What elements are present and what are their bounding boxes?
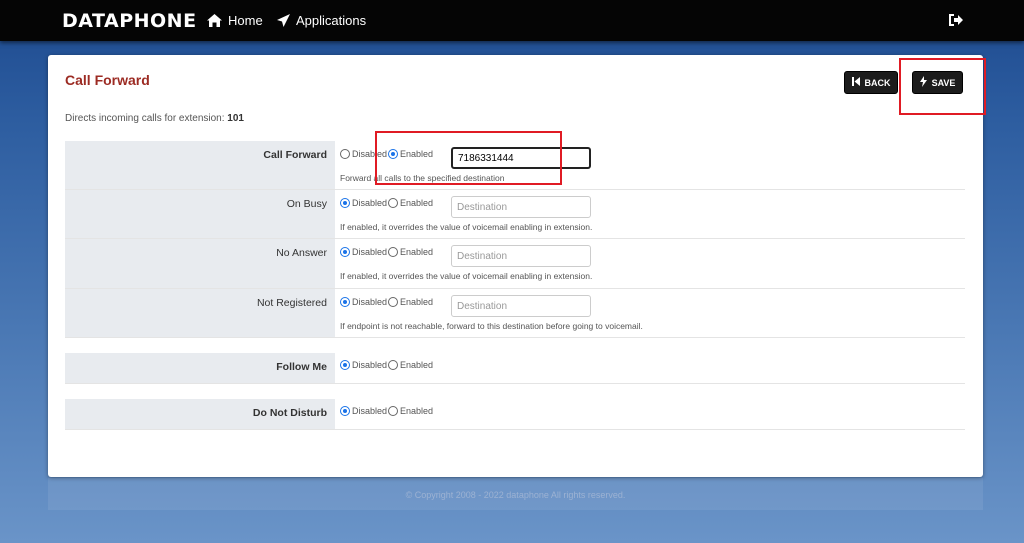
row-no-answer: No Answer Disabled Enabled Destination I… xyxy=(65,239,965,289)
row-label: Not Registered xyxy=(65,289,335,337)
radio-disabled-label: Disabled xyxy=(352,247,388,257)
radio-disabled[interactable] xyxy=(340,149,350,159)
row-label: Call Forward xyxy=(65,141,335,189)
radio-enabled-label: Enabled xyxy=(400,406,434,416)
radio-group: Disabled Enabled xyxy=(340,360,434,370)
destination-input[interactable]: Destination xyxy=(451,245,591,267)
radio-disabled[interactable] xyxy=(340,406,350,416)
page-title: Call Forward xyxy=(65,72,150,88)
radio-enabled-label: Enabled xyxy=(400,297,434,307)
radio-disabled[interactable] xyxy=(340,360,350,370)
destination-input[interactable]: Destination xyxy=(451,196,591,218)
radio-enabled[interactable] xyxy=(388,247,399,257)
row-on-busy: On Busy Disabled Enabled Destination If … xyxy=(65,190,965,239)
radio-disabled-label: Disabled xyxy=(352,297,388,307)
row-follow-me: Follow Me Disabled Enabled xyxy=(65,353,965,384)
extension-number: 101 xyxy=(227,113,244,124)
radio-enabled-label: Enabled xyxy=(400,247,434,257)
row-label: Follow Me xyxy=(65,353,335,383)
row-not-registered: Not Registered Disabled Enabled Destinat… xyxy=(65,289,965,338)
logout-button[interactable] xyxy=(948,13,964,30)
radio-enabled[interactable] xyxy=(388,198,399,208)
description-text: Directs incoming calls for extension: xyxy=(65,113,225,124)
radio-group: Disabled Enabled xyxy=(340,297,434,307)
back-button-label: BACK xyxy=(864,77,891,88)
save-highlight-box xyxy=(899,58,986,115)
extension-description: Directs incoming calls for extension: 10… xyxy=(65,113,244,124)
help-text: If enabled, it overrides the value of vo… xyxy=(340,222,593,232)
radio-disabled[interactable] xyxy=(340,297,350,307)
row-label: On Busy xyxy=(65,190,335,238)
nav-applications-label: Applications xyxy=(296,13,367,28)
row-do-not-disturb: Do Not Disturb Disabled Enabled xyxy=(65,399,965,430)
call-forward-highlight-box xyxy=(375,131,562,185)
nav-home-link[interactable]: Home xyxy=(207,13,263,28)
row-label: No Answer xyxy=(65,239,335,288)
radio-group: Disabled Enabled xyxy=(340,406,434,416)
help-text: If endpoint is not reachable, forward to… xyxy=(340,321,643,331)
help-text: If enabled, it overrides the value of vo… xyxy=(340,271,593,281)
nav-applications-link[interactable]: Applications xyxy=(277,13,366,28)
brand-logo[interactable]: DATAPHONE xyxy=(62,10,197,32)
row-label: Do Not Disturb xyxy=(65,399,335,429)
radio-enabled-label: Enabled xyxy=(400,360,434,370)
paper-plane-icon xyxy=(277,14,290,27)
copyright-text: © Copyright 2008 - 2022 dataphone All ri… xyxy=(405,490,626,500)
radio-enabled[interactable] xyxy=(388,360,399,370)
radio-disabled-label: Disabled xyxy=(352,360,388,370)
nav-home-label: Home xyxy=(228,13,263,28)
radio-disabled[interactable] xyxy=(340,247,350,257)
footer: © Copyright 2008 - 2022 dataphone All ri… xyxy=(48,478,983,510)
logout-icon xyxy=(948,14,964,30)
radio-disabled-label: Disabled xyxy=(352,406,388,416)
destination-input[interactable]: Destination xyxy=(451,295,591,317)
home-icon xyxy=(207,14,222,27)
radio-disabled-label: Disabled xyxy=(352,198,388,208)
radio-enabled-label: Enabled xyxy=(400,198,434,208)
radio-group: Disabled Enabled xyxy=(340,247,434,257)
radio-enabled[interactable] xyxy=(388,297,399,307)
radio-group: Disabled Enabled xyxy=(340,198,434,208)
top-navbar: DATAPHONE Home Applications xyxy=(0,0,1024,41)
radio-disabled[interactable] xyxy=(340,198,350,208)
back-button[interactable]: BACK xyxy=(844,71,898,94)
back-icon xyxy=(851,77,860,88)
call-forward-panel: Call Forward BACK SAVE Directs incoming … xyxy=(48,55,986,477)
radio-enabled[interactable] xyxy=(388,406,399,416)
